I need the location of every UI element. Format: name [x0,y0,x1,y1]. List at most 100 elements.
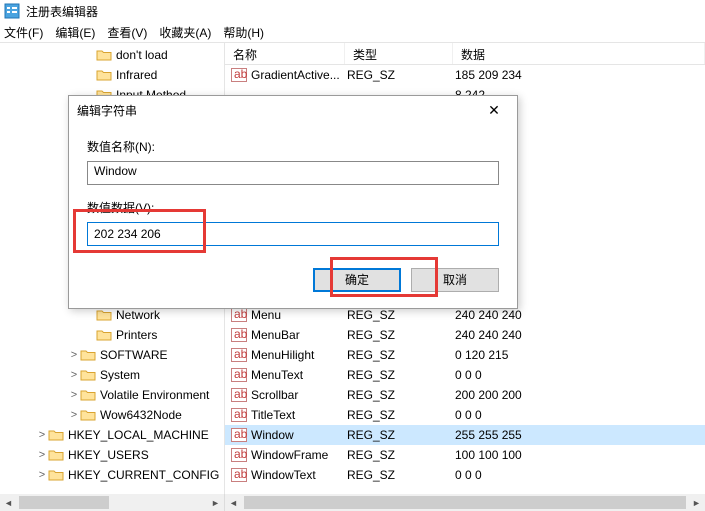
ok-button[interactable]: 确定 [313,268,401,292]
folder-icon [96,68,112,82]
table-row[interactable]: abScrollbarREG_SZ200 200 200 [225,385,705,405]
svg-text:ab: ab [234,428,247,441]
value-type: REG_SZ [347,428,455,442]
folder-icon [80,408,96,422]
tree-item-label: Infrared [116,68,157,82]
chevron-right-icon[interactable]: > [68,409,80,421]
scroll-left-button[interactable]: ◄ [0,494,17,511]
value-type: REG_SZ [347,368,455,382]
string-value-icon: ab [231,408,247,422]
tree-item[interactable]: > System [0,365,224,385]
value-data: 100 100 100 [455,448,705,462]
value-data: 240 240 240 [455,328,705,342]
tree-item-label: Volatile Environment [100,388,209,402]
tree-item-label: System [100,368,140,382]
table-row[interactable]: ab GradientActive...REG_SZ185 209 234 [225,65,705,85]
svg-text:ab: ab [234,328,247,341]
menu-file[interactable]: 文件(F) [4,24,43,41]
value-type: REG_SZ [347,68,455,82]
tree-item[interactable]: > SOFTWARE [0,345,224,365]
scroll-track[interactable] [242,494,688,511]
string-value-icon: ab [231,428,247,442]
value-name: Menu [251,308,347,322]
tree-item[interactable]: Printers [0,325,224,345]
table-row[interactable]: abTitleTextREG_SZ0 0 0 [225,405,705,425]
value-type: REG_SZ [347,308,455,322]
string-value-icon: ab [231,68,247,82]
chevron-right-icon[interactable]: > [36,429,48,441]
window-title: 注册表编辑器 [26,3,98,20]
table-row[interactable]: abMenuBarREG_SZ240 240 240 [225,325,705,345]
menu-help[interactable]: 帮助(H) [223,24,264,41]
tree-item-label: Printers [116,328,157,342]
list-header: 名称 类型 数据 [225,43,705,65]
value-data: 0 0 0 [455,408,705,422]
table-row[interactable]: abWindowFrameREG_SZ100 100 100 [225,445,705,465]
table-row[interactable]: abWindowTextREG_SZ0 0 0 [225,465,705,485]
tree-item[interactable]: Infrared [0,65,224,85]
folder-icon [48,468,64,482]
string-value-icon: ab [231,368,247,382]
string-value-icon: ab [231,388,247,402]
column-type[interactable]: 类型 [345,43,453,64]
value-name: MenuBar [251,328,347,342]
scroll-right-button[interactable]: ► [207,494,224,511]
value-type: REG_SZ [347,348,455,362]
tree-item[interactable]: don't load [0,45,224,65]
svg-text:ab: ab [234,68,247,81]
scroll-right-button[interactable]: ► [688,494,705,511]
tree-item[interactable]: >Wow6432Node [0,405,224,425]
value-data: 0 0 0 [455,468,705,482]
chevron-right-icon[interactable]: > [36,449,48,461]
column-name[interactable]: 名称 [225,43,345,64]
tree-item-label: Network [116,308,160,322]
scroll-thumb[interactable] [244,496,686,509]
table-row[interactable]: abMenuHilightREG_SZ0 120 215 [225,345,705,365]
tree-item[interactable]: >HKEY_USERS [0,445,224,465]
string-value-icon: ab [231,328,247,342]
dialog-titlebar[interactable]: 编辑字符串 ✕ [69,96,517,124]
value-name-field[interactable]: Window [87,161,499,185]
tree-item-label: HKEY_LOCAL_MACHINE [68,428,209,442]
folder-icon [48,448,64,462]
chevron-right-icon[interactable]: > [68,369,80,381]
scroll-left-button[interactable]: ◄ [225,494,242,511]
tree-item[interactable]: > Volatile Environment [0,385,224,405]
close-icon[interactable]: ✕ [479,102,509,119]
svg-text:ab: ab [234,448,247,461]
string-value-icon: ab [231,448,247,462]
string-value-icon: ab [231,348,247,362]
value-data: 200 200 200 [455,388,705,402]
svg-text:ab: ab [234,348,247,361]
value-name: GradientActive... [251,68,347,82]
scroll-track[interactable] [17,494,207,511]
tree-item-label: SOFTWARE [100,348,168,362]
tree-item-label: don't load [116,48,168,62]
menu-view[interactable]: 查看(V) [107,24,147,41]
chevron-right-icon[interactable]: > [68,349,80,361]
string-value-icon: ab [231,308,247,322]
scroll-thumb[interactable] [19,496,109,509]
value-data: 185 209 234 [455,68,705,82]
chevron-right-icon[interactable]: > [36,469,48,481]
value-name: WindowFrame [251,448,347,462]
chevron-right-icon[interactable]: > [68,389,80,401]
folder-icon [96,328,112,342]
value-data-field[interactable] [87,222,499,246]
dialog-title-text: 编辑字符串 [77,102,479,119]
folder-icon [48,428,64,442]
titlebar: 注册表编辑器 [0,0,705,22]
column-data[interactable]: 数据 [453,43,705,64]
table-row[interactable]: abWindowREG_SZ255 255 255 [225,425,705,445]
menu-favorites[interactable]: 收藏夹(A) [159,24,211,41]
value-data: 0 0 0 [455,368,705,382]
svg-text:ab: ab [234,408,247,421]
cancel-button[interactable]: 取消 [411,268,499,292]
value-type: REG_SZ [347,468,455,482]
edit-string-dialog: 编辑字符串 ✕ 数值名称(N): Window 数值数据(V): 确定 取消 [68,95,518,309]
value-type: REG_SZ [347,408,455,422]
menu-edit[interactable]: 编辑(E) [55,24,95,41]
tree-item[interactable]: > HKEY_LOCAL_MACHINE [0,425,224,445]
table-row[interactable]: abMenuTextREG_SZ0 0 0 [225,365,705,385]
tree-item[interactable]: >HKEY_CURRENT_CONFIG [0,465,224,485]
